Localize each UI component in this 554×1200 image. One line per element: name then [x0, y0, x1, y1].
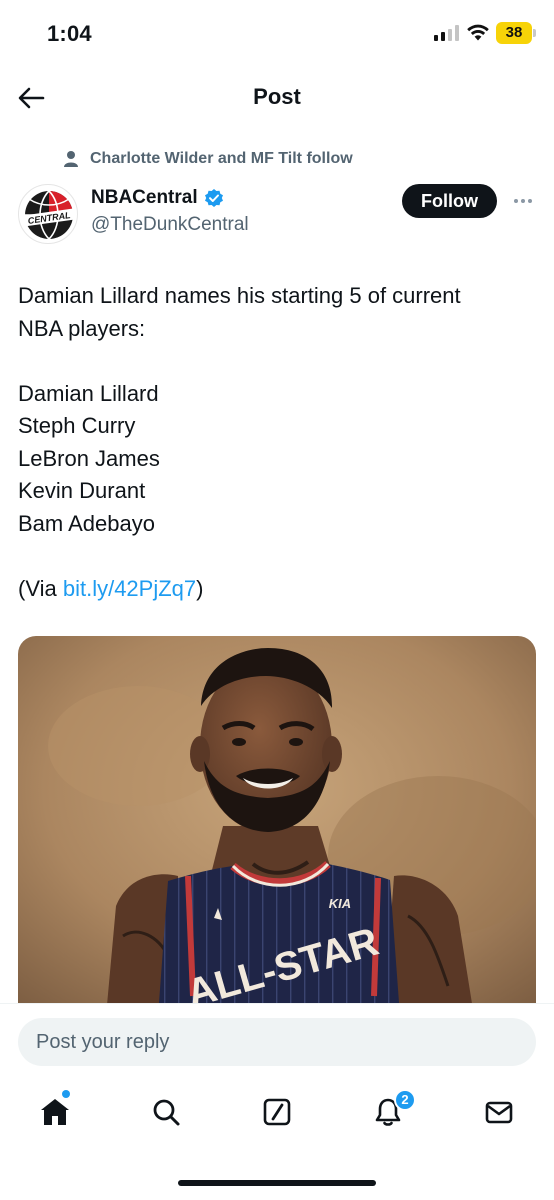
- search-icon: [153, 1099, 180, 1126]
- wifi-icon: [467, 24, 489, 41]
- person-icon: [64, 151, 78, 167]
- post-body: Damian Lillard names his starting 5 of c…: [18, 280, 538, 605]
- battery-indicator: 38: [496, 22, 532, 44]
- home-unread-dot: [62, 1090, 70, 1098]
- avatar[interactable]: CENTRAL: [18, 184, 78, 244]
- home-indicator[interactable]: [178, 1180, 376, 1186]
- player-name: Kevin Durant: [18, 478, 146, 503]
- post-text-line: NBA players:: [18, 315, 146, 341]
- player-name: LeBron James: [18, 445, 160, 471]
- jersey-logo: KIA: [329, 896, 351, 911]
- post-text-line: Damian Lillard names his starting 5 of c…: [18, 283, 461, 308]
- follow-button[interactable]: Follow: [402, 184, 497, 218]
- player-name: Bam Adebayo: [18, 510, 155, 536]
- top-header: Post: [0, 70, 554, 126]
- mail-icon: [485, 1101, 513, 1124]
- nav-search[interactable]: [144, 1090, 188, 1134]
- player-name: Steph Curry: [18, 413, 136, 438]
- author-name-row[interactable]: NBACentral: [91, 187, 224, 209]
- social-context-text: Charlotte Wilder and MF Tilt follow: [90, 150, 353, 167]
- social-context[interactable]: Charlotte Wilder and MF Tilt follow: [62, 148, 353, 170]
- via-suffix: ): [196, 575, 204, 601]
- player-name: Damian Lillard: [18, 380, 159, 406]
- status-bar: 1:04 38: [0, 0, 554, 70]
- nav-messages[interactable]: [477, 1090, 521, 1134]
- player-photo: ALL-STAR KIA: [18, 636, 536, 1016]
- author-name[interactable]: NBACentral: [91, 187, 198, 209]
- reply-input[interactable]: Post your reply: [18, 1018, 536, 1066]
- post-media-image[interactable]: ALL-STAR KIA: [18, 636, 536, 1016]
- via-prefix: (Via: [18, 575, 63, 601]
- nav-grok[interactable]: [255, 1090, 299, 1134]
- author-handle[interactable]: @TheDunkCentral: [91, 214, 249, 236]
- nav-home[interactable]: [33, 1090, 77, 1134]
- via-link[interactable]: bit.ly/42PjZq7: [63, 576, 196, 601]
- notification-count-badge: 2: [394, 1089, 416, 1111]
- via-line: (Via bit.ly/42PjZq7): [18, 573, 538, 606]
- nbacentral-logo: CENTRAL: [22, 190, 76, 240]
- verified-badge-icon: [204, 189, 223, 207]
- home-icon: [41, 1099, 69, 1125]
- more-horizontal-icon[interactable]: [510, 191, 536, 211]
- battery-cap: [533, 29, 536, 37]
- status-time: 1:04: [47, 21, 92, 46]
- page-title: Post: [253, 84, 301, 109]
- cellular-signal-icon: [434, 25, 460, 41]
- grok-icon: [263, 1098, 291, 1126]
